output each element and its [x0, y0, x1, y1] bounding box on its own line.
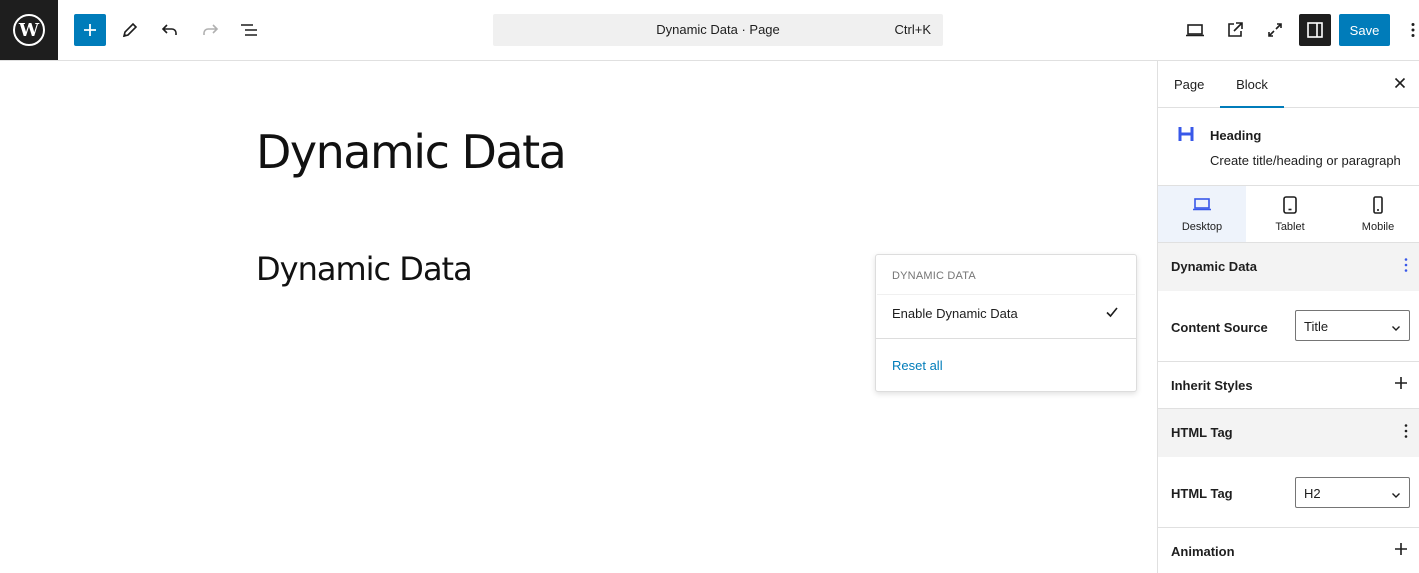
command-palette-bar[interactable]: Dynamic Data · Page Ctrl+K: [493, 14, 943, 46]
settings-sidebar-toggle[interactable]: [1299, 14, 1331, 46]
laptop-icon: [1186, 24, 1204, 37]
add-block-button[interactable]: [74, 14, 106, 46]
checkmark-icon: [1105, 305, 1119, 322]
html-tag-select[interactable]: H2: [1295, 477, 1410, 508]
pencil-icon: [122, 22, 138, 38]
heading-block-icon: [1178, 126, 1194, 145]
device-mobile-tab[interactable]: Mobile: [1334, 186, 1419, 242]
device-label: Tablet: [1275, 221, 1305, 233]
plus-icon: [84, 24, 96, 36]
panel-title: Dynamic Data: [1171, 259, 1257, 274]
content-source-label: Content Source: [1171, 320, 1268, 335]
device-label: Mobile: [1361, 221, 1395, 233]
device-label: Desktop: [1181, 221, 1223, 233]
tab-block[interactable]: Block: [1220, 61, 1284, 108]
block-description: Create title/heading or paragraph: [1210, 153, 1401, 168]
fullscreen-button[interactable]: [1259, 14, 1291, 46]
panel-options-button[interactable]: [1404, 257, 1408, 276]
vertical-ellipsis-icon: [1411, 23, 1415, 37]
redo-button[interactable]: [194, 14, 226, 46]
tablet-icon: [1246, 196, 1334, 214]
plus-icon[interactable]: [1394, 542, 1408, 559]
menu-group-heading: DYNAMIC DATA: [892, 270, 976, 282]
dynamic-data-panel-header: Dynamic Data: [1158, 243, 1419, 291]
block-card: Heading Create title/heading or paragrap…: [1158, 108, 1419, 186]
plus-icon[interactable]: [1394, 376, 1408, 393]
menu-item-label: Enable Dynamic Data: [892, 306, 1018, 321]
select-value: Title: [1304, 319, 1329, 334]
device-tablet-tab[interactable]: Tablet: [1246, 186, 1334, 242]
tools-button[interactable]: [114, 14, 146, 46]
close-sidebar-button[interactable]: [1392, 75, 1408, 94]
block-name: Heading: [1210, 128, 1262, 143]
device-preview-button[interactable]: [1179, 14, 1211, 46]
close-icon: [1394, 77, 1406, 89]
panel-title: Animation: [1171, 544, 1235, 559]
vertical-ellipsis-icon: [1404, 424, 1408, 438]
redo-icon: [203, 24, 219, 35]
enable-dynamic-data-menu-item[interactable]: Enable Dynamic Data: [877, 294, 1135, 332]
content-source-select[interactable]: Title: [1295, 310, 1410, 341]
fullscreen-icon: [1268, 23, 1282, 37]
undo-icon: [161, 24, 177, 35]
svg-text:W: W: [18, 20, 40, 41]
panel-title: Inherit Styles: [1171, 378, 1253, 393]
wordpress-logo-icon[interactable]: W: [0, 0, 58, 60]
vertical-ellipsis-icon: [1404, 258, 1408, 272]
menu-divider: [876, 338, 1136, 339]
post-title[interactable]: Dynamic Data: [256, 125, 567, 179]
select-value: H2: [1304, 486, 1321, 501]
desktop-icon: [1158, 196, 1246, 212]
inherit-styles-panel-header[interactable]: Inherit Styles: [1158, 362, 1419, 410]
options-button[interactable]: [1403, 14, 1419, 46]
sidebar-icon: [1307, 22, 1323, 38]
document-overview-button[interactable]: [234, 14, 266, 46]
external-link-icon: [1228, 22, 1243, 37]
command-shortcut: Ctrl+K: [894, 22, 931, 37]
save-button[interactable]: Save: [1339, 14, 1390, 46]
list-view-icon: [241, 24, 257, 36]
mobile-icon: [1334, 196, 1419, 214]
editor-toolbar: W Dynamic Data · Page Ctrl+K Save: [0, 0, 1419, 61]
panel-title: HTML Tag: [1171, 425, 1233, 440]
undo-button[interactable]: [154, 14, 186, 46]
view-page-button[interactable]: [1219, 14, 1251, 46]
device-switcher: Desktop Tablet Mobile: [1158, 186, 1419, 243]
heading-block[interactable]: Dynamic Data: [256, 250, 473, 288]
panel-options-button[interactable]: [1404, 423, 1408, 442]
document-title: Dynamic Data · Page: [656, 22, 780, 37]
device-desktop-tab[interactable]: Desktop: [1158, 186, 1246, 242]
reset-all-button[interactable]: Reset all: [892, 358, 943, 373]
html-tag-panel-header: HTML Tag: [1158, 409, 1419, 457]
sidebar-tabs: Page Block: [1158, 61, 1419, 108]
chevron-down-icon: [1391, 488, 1401, 503]
tab-page[interactable]: Page: [1174, 61, 1204, 108]
html-tag-label: HTML Tag: [1171, 486, 1233, 501]
animation-panel-header[interactable]: Animation: [1158, 528, 1419, 573]
settings-sidebar: Page Block Heading Create title/heading …: [1157, 61, 1419, 573]
dynamic-data-options-menu: DYNAMIC DATA Enable Dynamic Data Reset a…: [875, 254, 1137, 392]
chevron-down-icon: [1391, 321, 1401, 336]
